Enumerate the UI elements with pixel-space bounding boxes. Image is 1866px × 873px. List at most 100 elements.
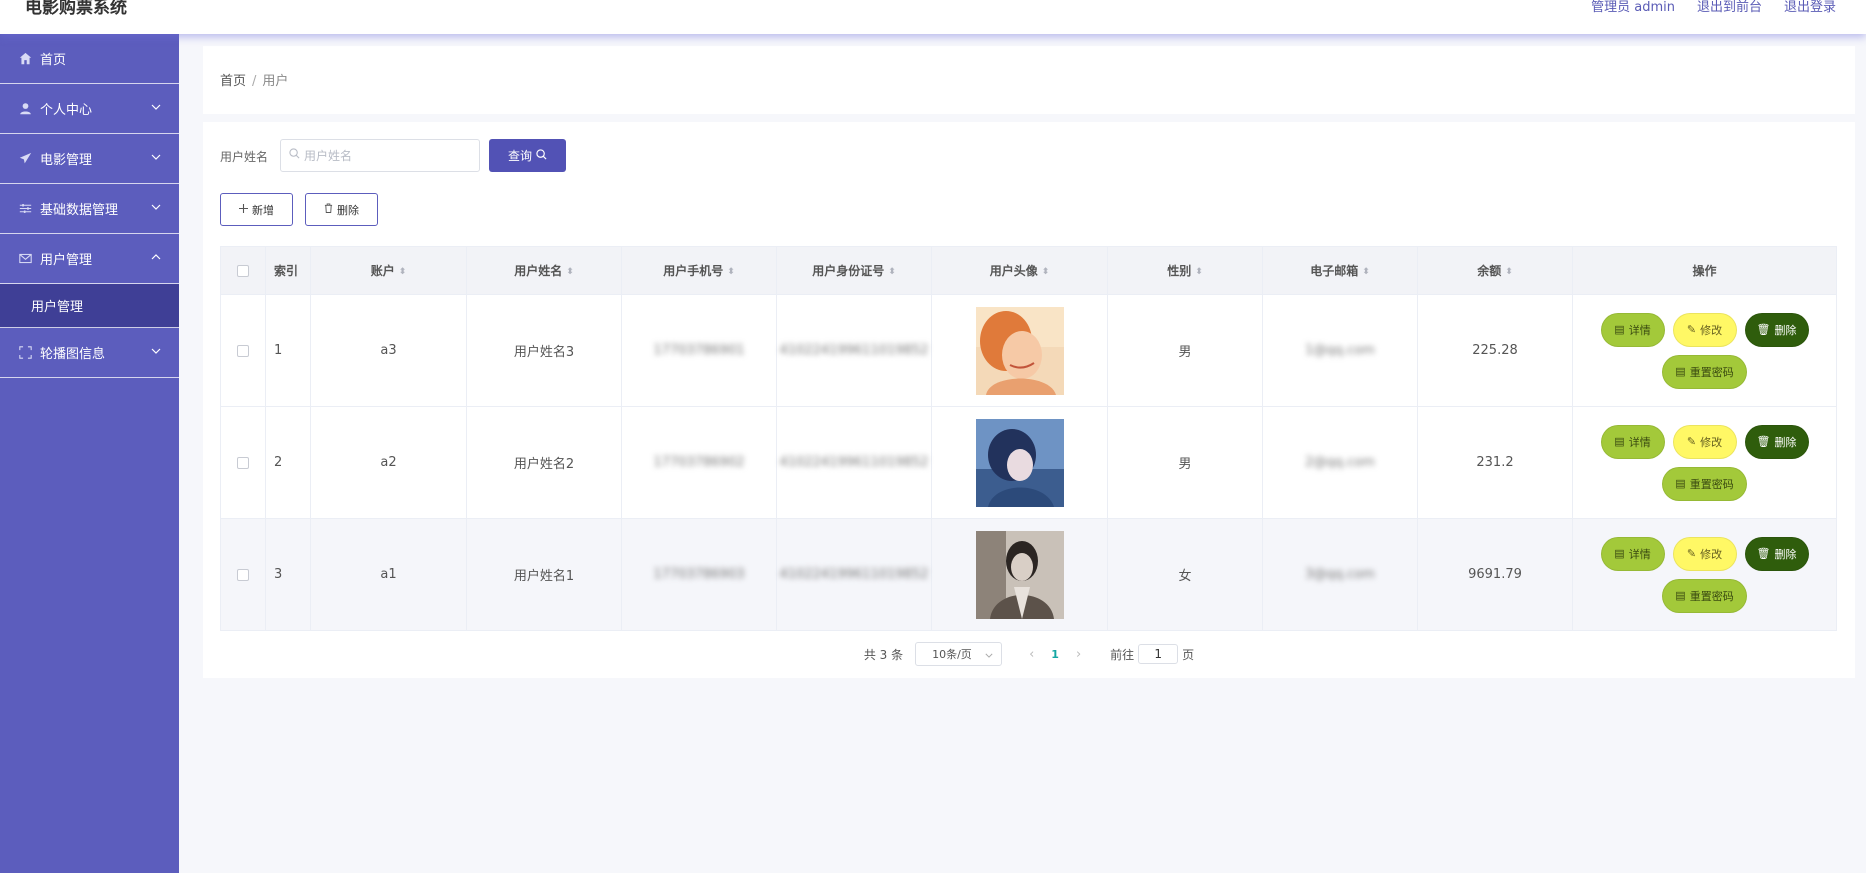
reset-label: 重置密码	[1689, 478, 1734, 491]
sidebar-item-basic-data[interactable]: 基础数据管理	[0, 184, 179, 234]
pencil-icon: ✎	[1686, 324, 1697, 336]
cell-balance: 231.2	[1417, 406, 1573, 519]
page-size-value: 10条/页	[932, 648, 972, 661]
header-label: 余额	[1477, 264, 1502, 278]
row-checkbox[interactable]	[237, 568, 249, 581]
sort-icon[interactable]: ⬍	[1362, 267, 1370, 276]
batch-delete-button[interactable]: 删除	[305, 193, 378, 226]
blurred-phone: 17703786903	[653, 567, 745, 582]
pencil-icon: ✎	[1686, 436, 1697, 448]
delete-button-label: 删除	[337, 204, 359, 217]
header-gender[interactable]: 性别 ⬍	[1107, 246, 1263, 295]
avatar	[975, 306, 1064, 395]
sidebar: 首页 个人中心 电影管理 基础数据管理 用户管理 用户管理 轮播图信息	[0, 34, 179, 873]
chevron-up-icon	[151, 252, 161, 263]
trash-icon	[324, 203, 333, 216]
select-all-checkbox[interactable]	[237, 265, 249, 277]
send-icon	[18, 152, 32, 166]
sidebar-subitem-user-management[interactable]: 用户管理	[0, 284, 179, 328]
plus-icon	[239, 203, 248, 216]
cell-email: 1@qq.com	[1262, 294, 1418, 407]
document-icon: ▤	[1614, 324, 1625, 336]
sidebar-item-personal-center[interactable]: 个人中心	[0, 84, 179, 134]
table-header-row: 索引 账户 ⬍ 用户姓名 ⬍ 用户手机号 ⬍ 用户身份证号 ⬍ 用户头像 ⬍ 性别 ⬍ 电子…	[220, 246, 1837, 295]
detail-button[interactable]: ▤ 详情	[1600, 536, 1665, 571]
sort-icon[interactable]: ⬍	[1505, 267, 1513, 276]
sort-icon[interactable]: ⬍	[566, 267, 574, 276]
sidebar-item-label: 首页	[40, 53, 67, 68]
header-balance[interactable]: 余额 ⬍	[1417, 246, 1573, 295]
edit-button[interactable]: ✎ 修改	[1672, 424, 1737, 459]
edit-label: 修改	[1700, 436, 1723, 449]
logout-link[interactable]: 退出登录	[1784, 0, 1836, 16]
reset-label: 重置密码	[1689, 366, 1734, 379]
search-input[interactable]	[304, 148, 474, 163]
header-idcard[interactable]: 用户身份证号 ⬍	[776, 246, 932, 295]
row-checkbox[interactable]	[237, 344, 249, 357]
prev-page-button[interactable]: ‹	[1029, 647, 1034, 662]
edit-label: 修改	[1700, 324, 1723, 337]
cell-name: 用户姓名1	[466, 518, 622, 631]
sidebar-item-label: 电影管理	[40, 153, 93, 168]
header-index: 索引	[265, 246, 311, 295]
cell-idcard: 410224199611019852	[776, 518, 932, 631]
header-label: 账户	[370, 264, 395, 278]
blurred-phone: 17703786901	[653, 343, 745, 358]
query-button[interactable]: 查询	[489, 139, 566, 172]
add-button-label: 新增	[252, 204, 274, 217]
sort-icon[interactable]: ⬍	[727, 267, 735, 276]
sort-icon[interactable]: ⬍	[888, 267, 896, 276]
detail-button[interactable]: ▤ 详情	[1600, 312, 1665, 347]
goto-page-input[interactable]	[1138, 644, 1179, 664]
exit-to-frontend-link[interactable]: 退出到前台	[1697, 0, 1762, 16]
admin-user-link[interactable]: 管理员 admin	[1591, 0, 1675, 16]
sort-icon[interactable]: ⬍	[399, 267, 407, 276]
cell-avatar	[931, 406, 1108, 519]
next-page-button[interactable]: ›	[1076, 647, 1081, 662]
sidebar-item-label: 个人中心	[40, 103, 93, 118]
pagination-total: 共 3 条	[863, 647, 904, 662]
header-label: 性别	[1167, 264, 1192, 278]
sidebar-item-home[interactable]: 首页	[0, 34, 179, 84]
row-select-cell	[220, 406, 266, 519]
sort-icon[interactable]: ⬍	[1195, 267, 1203, 276]
sidebar-item-movie-management[interactable]: 电影管理	[0, 134, 179, 184]
blurred-idcard: 410224199611019852	[779, 343, 929, 358]
row-select-cell	[220, 294, 266, 407]
delete-button[interactable]: 🗑 删除	[1744, 424, 1809, 459]
row-checkbox[interactable]	[237, 456, 249, 469]
edit-button[interactable]: ✎ 修改	[1672, 312, 1737, 347]
delete-button[interactable]: 🗑 删除	[1744, 536, 1809, 571]
user-list-panel: 用户姓名 查询 新增 删除 索引 账户 ⬍	[203, 122, 1855, 678]
chevron-down-icon	[151, 152, 161, 163]
header-phone[interactable]: 用户手机号 ⬍	[621, 246, 777, 295]
sort-icon[interactable]: ⬍	[1042, 267, 1050, 276]
goto-label: 前往	[1110, 647, 1135, 662]
sidebar-item-user-management[interactable]: 用户管理	[0, 234, 179, 284]
row-select-cell	[220, 518, 266, 631]
edit-button[interactable]: ✎ 修改	[1672, 536, 1737, 571]
header-name[interactable]: 用户姓名 ⬍	[466, 246, 622, 295]
header-avatar[interactable]: 用户头像 ⬍	[931, 246, 1108, 295]
breadcrumb: 首页 / 用户	[220, 70, 288, 89]
header-account[interactable]: 账户 ⬍	[310, 246, 467, 295]
reset-password-button[interactable]: ▤ 重置密码	[1662, 578, 1747, 613]
reset-password-button[interactable]: ▤ 重置密码	[1662, 466, 1747, 501]
add-button[interactable]: 新增	[220, 193, 293, 226]
detail-button[interactable]: ▤ 详情	[1600, 424, 1665, 459]
page-number-current[interactable]: 1	[1051, 648, 1059, 661]
cell-phone: 17703786903	[621, 518, 777, 631]
avatar	[975, 418, 1064, 507]
page-size-select[interactable]: 10条/页	[915, 642, 1003, 666]
breadcrumb-home[interactable]: 首页	[220, 74, 246, 89]
header-actions: 操作	[1572, 246, 1837, 295]
goto-page: 前往 页	[1110, 644, 1194, 664]
delete-button[interactable]: 🗑 删除	[1744, 312, 1809, 347]
reset-password-button[interactable]: ▤ 重置密码	[1662, 354, 1747, 389]
cell-avatar	[931, 518, 1108, 631]
sidebar-item-carousel-info[interactable]: 轮播图信息	[0, 328, 179, 378]
header-email[interactable]: 电子邮箱 ⬍	[1262, 246, 1418, 295]
top-header: 电影购票系统 管理员 admin 退出到前台 退出登录	[0, 0, 1866, 34]
edit-label: 修改	[1700, 548, 1723, 561]
document-icon: ▤	[1675, 478, 1686, 490]
